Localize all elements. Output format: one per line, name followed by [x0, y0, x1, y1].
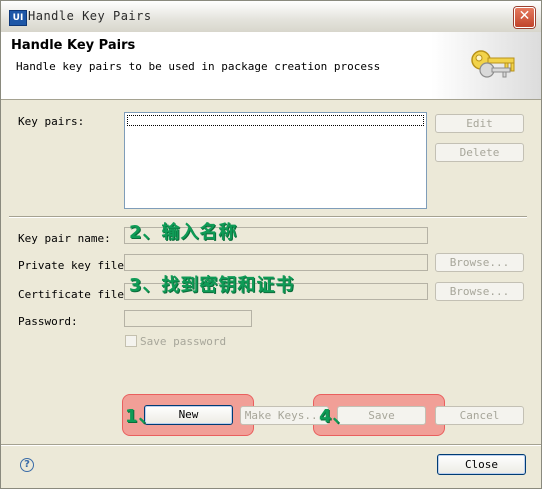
- browse-private-key-button[interactable]: Browse...: [435, 253, 524, 272]
- private-key-file-label: Private key file:: [18, 259, 131, 272]
- password-field[interactable]: [124, 310, 252, 327]
- keys-icon: [471, 50, 515, 78]
- delete-button[interactable]: Delete: [435, 143, 524, 162]
- window-title: Handle Key Pairs: [28, 9, 152, 23]
- make-keys-button[interactable]: Make Keys...: [240, 406, 329, 425]
- list-focus-indicator: [127, 115, 424, 126]
- annotation-step3: 3、找到密钥和证书: [129, 275, 295, 296]
- header-title: Handle Key Pairs: [11, 38, 136, 53]
- annotation-step4: 4、: [319, 406, 352, 427]
- separator-top: [9, 216, 527, 218]
- close-window-button[interactable]: ✕: [514, 7, 535, 28]
- key-pair-name-label: Key pair name:: [18, 232, 111, 245]
- annotation-step2: 2、输入名称: [129, 222, 238, 243]
- dialog-header: Handle Key Pairs Handle key pairs to be …: [1, 32, 541, 100]
- close-button[interactable]: Close: [437, 454, 526, 475]
- cancel-button[interactable]: Cancel: [435, 406, 524, 425]
- key-pairs-list[interactable]: [124, 112, 427, 209]
- edit-button[interactable]: Edit: [435, 114, 524, 133]
- dialog-window: UI Handle Key Pairs ✕ Handle Key Pairs H…: [0, 0, 542, 489]
- help-icon[interactable]: ?: [20, 458, 34, 472]
- annotation-step1: 1、: [125, 406, 158, 427]
- certificate-file-label: Certificate file:: [18, 288, 131, 301]
- separator-bottom: [1, 444, 541, 446]
- app-icon: UI: [9, 10, 27, 26]
- key-pairs-label: Key pairs:: [18, 115, 85, 128]
- title-bar[interactable]: UI Handle Key Pairs ✕: [1, 1, 541, 33]
- private-key-file-field[interactable]: [124, 254, 428, 271]
- password-label: Password:: [18, 315, 78, 328]
- header-description: Handle key pairs to be used in package c…: [16, 60, 381, 73]
- browse-certificate-button[interactable]: Browse...: [435, 282, 524, 301]
- save-password-checkbox[interactable]: [125, 335, 137, 347]
- save-password-label: Save password: [140, 335, 227, 348]
